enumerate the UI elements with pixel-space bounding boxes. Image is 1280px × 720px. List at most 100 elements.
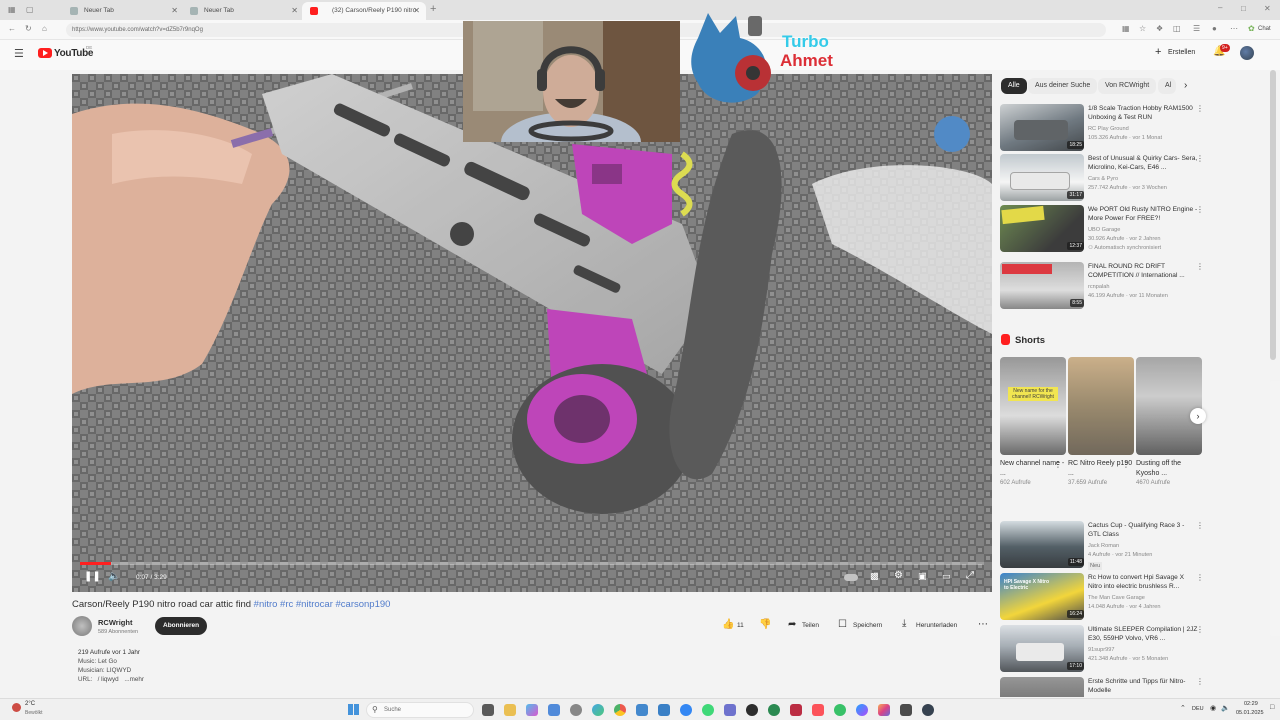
chip-all[interactable]: Alle xyxy=(1001,78,1027,94)
close-window-icon[interactable]: ✕ xyxy=(1264,4,1271,13)
media-app-icon[interactable] xyxy=(746,704,758,716)
show-more-link[interactable]: ...mehr xyxy=(124,676,144,683)
store-icon[interactable] xyxy=(548,704,560,716)
download-icon[interactable]: ⤓ xyxy=(902,618,906,629)
chrome-icon[interactable] xyxy=(614,704,626,716)
chip-from-channel[interactable]: Von RCWright xyxy=(1098,78,1157,94)
minimize-icon[interactable]: – xyxy=(1218,3,1222,12)
more-options-icon[interactable]: ⋮ xyxy=(1196,154,1204,163)
channel-name-link[interactable]: RCWright xyxy=(98,618,132,627)
recommendation-item[interactable]: 12:37 We PORT Old Rusty NITRO Engine - M… xyxy=(1000,205,1205,261)
copilot-taskbar-icon[interactable] xyxy=(526,704,538,716)
settings-app-icon[interactable] xyxy=(570,704,582,716)
more-options-icon[interactable]: ⋮ xyxy=(1196,677,1204,686)
tab-close-icon[interactable]: ✕ xyxy=(291,6,298,15)
extensions-icon[interactable]: ▦ xyxy=(1122,24,1130,33)
video-title[interactable]: Ultimate SLEEPER Compilation | 2JZ E30, … xyxy=(1088,625,1198,643)
whatsapp-icon[interactable] xyxy=(702,704,714,716)
share-button[interactable]: Teilen xyxy=(802,622,819,629)
notes-app-icon[interactable] xyxy=(900,704,912,716)
subtitles-icon[interactable]: ▩ xyxy=(870,571,879,582)
video-title[interactable]: FINAL ROUND RC DRIFT COMPETITION // Inte… xyxy=(1088,262,1198,280)
channel-name[interactable]: UBO Garage xyxy=(1088,227,1198,233)
more-options-icon[interactable]: ⋮ xyxy=(1196,262,1204,271)
facebook-icon[interactable] xyxy=(680,704,692,716)
create-button[interactable]: Erstellen xyxy=(1168,49,1195,56)
music-app-icon[interactable] xyxy=(812,704,824,716)
more-options-icon[interactable]: ⋮ xyxy=(1196,104,1204,113)
home-icon[interactable]: ⌂ xyxy=(42,24,47,33)
video-title[interactable]: Cactus Cup - Qualifying Race 3 - GTL Cla… xyxy=(1088,521,1198,539)
save-button[interactable]: Speichern xyxy=(853,622,882,629)
recommendation-item[interactable]: 8:55 FINAL ROUND RC DRIFT COMPETITION //… xyxy=(1000,262,1205,312)
video-thumbnail[interactable]: HPI Savage X Nitro to Electric 16:24 xyxy=(1000,573,1084,620)
chip-more[interactable]: Al xyxy=(1158,78,1176,94)
tray-chevron-icon[interactable]: ⌃ xyxy=(1180,704,1186,712)
browser-menu-icon[interactable]: ▦ xyxy=(8,5,16,14)
more-options-icon[interactable]: ⋮ xyxy=(1122,460,1130,469)
video-hashtags-link[interactable]: #nitro #rc #nitrocar #carsonp190 xyxy=(254,599,391,610)
save-icon[interactable]: ☐ xyxy=(838,619,847,630)
streaming-app-icon[interactable] xyxy=(790,704,802,716)
video-title[interactable]: Erste Schritte und Tipps für Nitro-Model… xyxy=(1088,677,1198,695)
channel-name[interactable]: Jack Roman xyxy=(1088,543,1198,549)
tab-close-icon[interactable]: ✕ xyxy=(171,6,178,15)
short-thumbnail[interactable] xyxy=(1068,357,1134,455)
cast-icon[interactable]: ▭ xyxy=(942,571,951,582)
tab-groups-icon[interactable]: ▢ xyxy=(26,5,34,14)
recommendation-item[interactable]: 11:48 Cactus Cup - Qualifying Race 3 - G… xyxy=(1000,521,1205,571)
settings-gear-icon[interactable]: ⚙ xyxy=(894,570,903,581)
more-options-icon[interactable]: ⋮ xyxy=(1054,460,1062,469)
video-thumbnail[interactable] xyxy=(1000,677,1084,697)
file-explorer-icon[interactable] xyxy=(504,704,516,716)
video-thumbnail[interactable]: 11:48 xyxy=(1000,521,1084,568)
share-icon[interactable]: ➦ xyxy=(788,619,796,630)
wifi-icon[interactable]: ◉ xyxy=(1210,704,1216,712)
steam-icon[interactable] xyxy=(922,704,934,716)
more-options-icon[interactable]: ⋮ xyxy=(1196,521,1204,530)
progress-bar[interactable] xyxy=(80,562,984,565)
favorite-star-icon[interactable]: ☆ xyxy=(1139,24,1146,33)
reload-icon[interactable]: ↻ xyxy=(25,24,32,33)
messenger-icon[interactable] xyxy=(856,704,868,716)
edge-icon[interactable] xyxy=(592,704,604,716)
game-app-icon[interactable] xyxy=(768,704,780,716)
windows-start-icon[interactable] xyxy=(348,704,359,715)
short-thumbnail[interactable] xyxy=(1136,357,1202,455)
channel-name[interactable]: 91supr997 xyxy=(1088,647,1198,653)
recommendation-item[interactable]: 17:10 Ultimate SLEEPER Compilation | 2JZ… xyxy=(1000,625,1205,675)
autoplay-toggle[interactable] xyxy=(844,574,858,581)
more-icon[interactable]: ⋯ xyxy=(1230,24,1238,33)
page-scrollbar[interactable] xyxy=(1270,70,1276,360)
recommendation-item[interactable]: HPI Savage X Nitro to Electric 16:24 Rc … xyxy=(1000,573,1205,623)
channel-name[interactable]: RC Play Ground xyxy=(1088,126,1198,132)
spotify-icon[interactable] xyxy=(834,704,846,716)
weather-icon[interactable] xyxy=(12,703,21,712)
speaker-icon[interactable]: 🔈 xyxy=(1221,704,1230,712)
channel-name[interactable]: rcnpalah xyxy=(1088,284,1198,290)
profile-icon[interactable]: ● xyxy=(1212,24,1217,33)
channel-name[interactable]: Cars & Pyro xyxy=(1088,176,1198,182)
more-actions-icon[interactable]: ⋯ xyxy=(978,619,988,630)
video-title[interactable]: Best of Unusual & Quirky Cars- Sera, Mic… xyxy=(1088,154,1198,172)
clock-time[interactable]: 02:29 xyxy=(1244,701,1258,707)
short-thumbnail[interactable]: New name for the channel! RCWright xyxy=(1000,357,1066,455)
chevron-right-icon[interactable]: › xyxy=(1184,80,1187,91)
miniplayer-icon[interactable]: ▣ xyxy=(918,571,927,582)
tab-new-2[interactable]: Neuer Tab ✕ xyxy=(182,2,304,20)
recommendation-item[interactable]: 18:25 1/8 Scale Traction Hobby RAM1500 U… xyxy=(1000,104,1205,154)
hamburger-menu-icon[interactable]: ☰ xyxy=(14,47,24,60)
pause-icon[interactable]: ❚❚ xyxy=(84,571,101,582)
download-button[interactable]: Herunterladen xyxy=(916,622,957,629)
more-options-icon[interactable]: ⋮ xyxy=(1196,205,1204,214)
more-options-icon[interactable]: ⋮ xyxy=(1196,573,1204,582)
video-thumbnail[interactable]: 31:17 xyxy=(1000,154,1084,201)
video-title[interactable]: 1/8 Scale Traction Hobby RAM1500 Unboxin… xyxy=(1088,104,1198,122)
video-thumbnail[interactable]: 8:55 xyxy=(1000,262,1084,309)
mail-icon[interactable] xyxy=(658,704,670,716)
task-view-icon[interactable] xyxy=(482,704,494,716)
video-thumbnail[interactable]: 18:25 xyxy=(1000,104,1084,151)
taskbar-search-input[interactable]: ⚲ Suche xyxy=(366,702,474,718)
copilot-icon[interactable]: ✿ xyxy=(1248,24,1255,33)
notifications-icon[interactable]: □ xyxy=(1270,704,1274,711)
